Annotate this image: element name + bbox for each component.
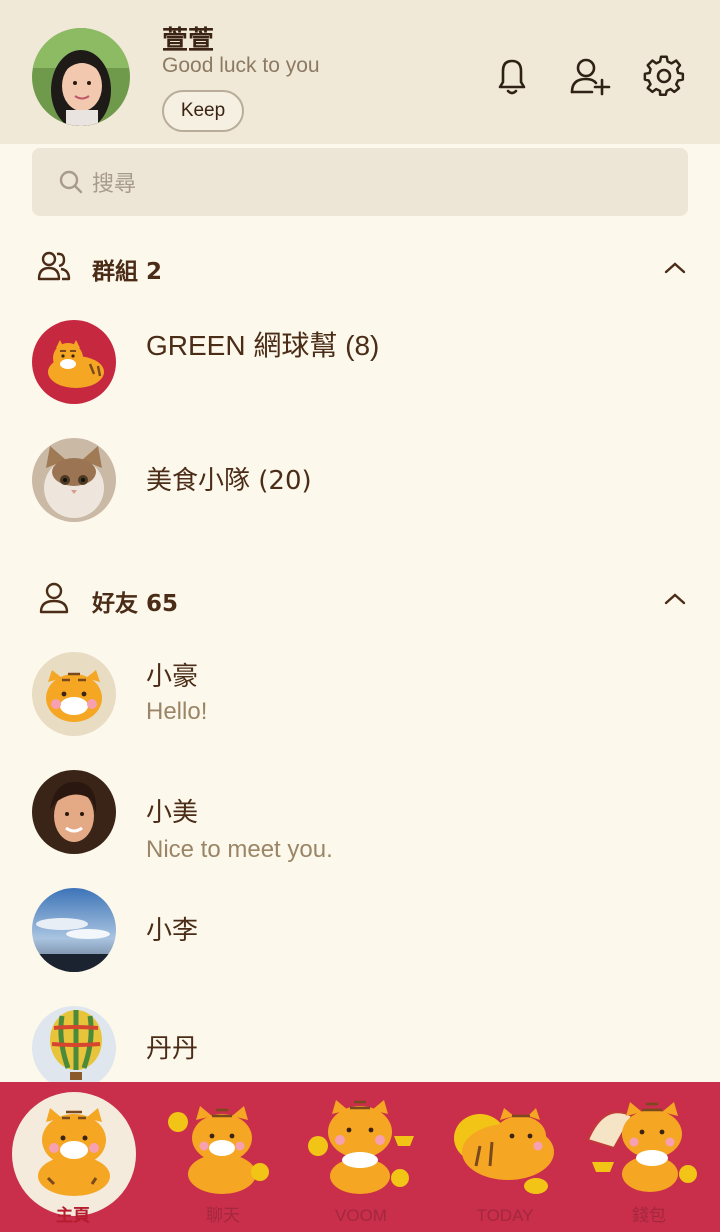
profile-photo [32,28,130,126]
search-bar[interactable]: 搜尋 [32,148,688,216]
tab-today[interactable]: TODAY [440,1092,570,1232]
tiger-face-avatar-image [32,652,116,736]
friend-status: Nice to meet you. [146,836,333,863]
group-icon [37,251,71,281]
balloon-photo-avatar-image [32,1006,116,1090]
tab-voom[interactable]: VOOM [296,1092,426,1232]
voom-tiger-icon [308,1100,414,1194]
friend-name[interactable]: 小李 [146,910,198,947]
tab-chat[interactable]: 聊天 [158,1092,288,1232]
chat-tiger-icon [168,1106,269,1194]
tab-label: 主頁 [56,1206,90,1225]
cat-avatar-image [32,438,116,522]
search-placeholder: 搜尋 [92,172,137,197]
profile-status-message[interactable]: Good luck to you [162,54,320,78]
woman-photo-avatar-image [32,770,116,854]
friend-avatar[interactable] [32,770,116,854]
profile-header: 萱萱 Good luck to you Keep [0,0,720,144]
chevron-up-icon[interactable] [660,589,690,609]
tiger-avatar-image [32,320,116,404]
tab-label: 聊天 [206,1206,240,1225]
add-friend-icon[interactable] [568,54,612,98]
group-avatar[interactable] [32,320,116,404]
chevron-up-icon[interactable] [660,258,690,278]
tab-wallet[interactable]: 錢包 [584,1092,714,1232]
friends-section-title: 好友 65 [92,591,179,617]
keep-button[interactable]: Keep [162,90,244,132]
settings-icon[interactable] [642,54,686,98]
tab-label: 錢包 [632,1206,666,1225]
tab-label: TODAY [476,1206,534,1225]
bell-icon[interactable] [490,54,534,98]
friend-avatar[interactable] [32,652,116,736]
friend-status: Hello! [146,698,208,725]
sky-photo-avatar-image [32,888,116,972]
group-name[interactable]: 美食小隊 (20) [146,460,312,497]
search-icon [59,170,83,194]
friend-icon [39,582,69,614]
profile-avatar[interactable] [32,28,130,126]
friend-name[interactable]: 丹丹 [146,1028,198,1065]
home-tiger-icon [38,1108,110,1196]
tab-label: VOOM [335,1206,387,1225]
friend-name[interactable]: 小豪 [146,656,198,693]
today-tiger-icon [454,1108,554,1194]
friend-name[interactable]: 小美 [146,792,198,829]
groups-section-title: 群組 2 [92,259,163,285]
wallet-tiger-icon [586,1102,697,1192]
group-avatar[interactable] [32,438,116,522]
profile-name: 萱萱 [162,26,215,56]
friend-avatar[interactable] [32,888,116,972]
group-name[interactable]: GREEN 網球幫 (8) [146,324,379,364]
tab-home[interactable]: 主頁 [8,1092,138,1232]
friend-avatar[interactable] [32,1006,116,1090]
